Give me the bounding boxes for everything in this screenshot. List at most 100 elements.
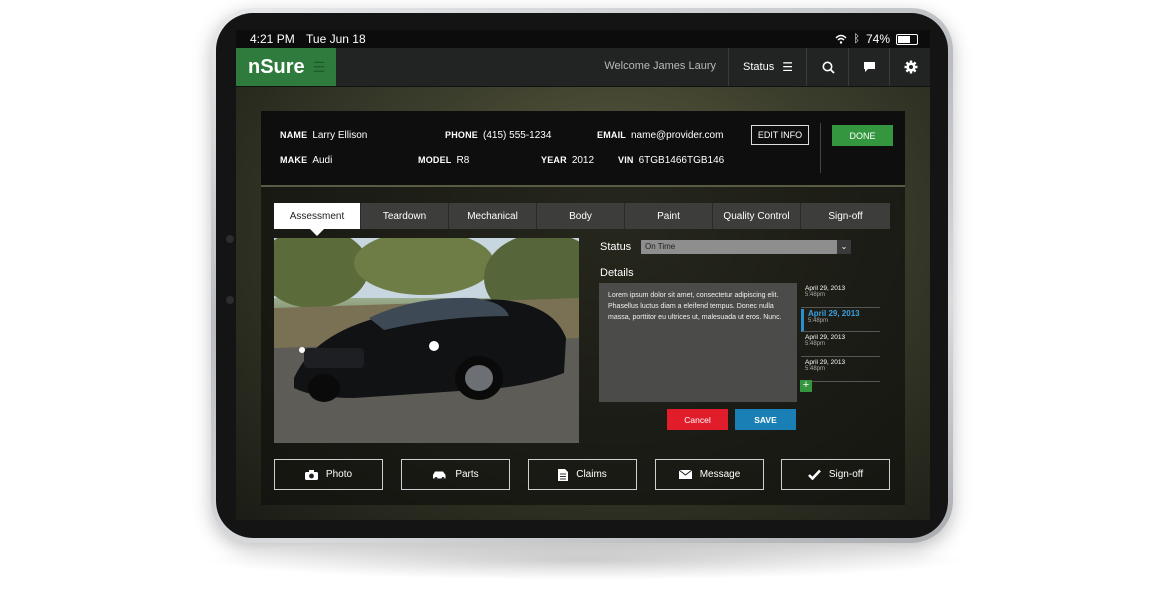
logo-text: nSure bbox=[248, 55, 305, 78]
edit-info-button[interactable]: EDIT INFO bbox=[751, 125, 809, 145]
chat-icon bbox=[864, 62, 875, 72]
phone-label: PHONE bbox=[445, 130, 479, 140]
settings-button[interactable] bbox=[889, 48, 930, 86]
app-screen: 4:21 PM Tue Jun 18 ᛒ 74% nSure ☰ Welcome… bbox=[236, 30, 930, 520]
model-label: MODEL bbox=[418, 155, 452, 165]
done-button[interactable]: DONE bbox=[832, 125, 893, 146]
tab-teardown[interactable]: Teardown bbox=[361, 203, 449, 229]
claims-button[interactable]: Claims bbox=[528, 459, 637, 490]
history-date: April 29, 2013 bbox=[805, 285, 846, 292]
wifi-icon bbox=[835, 34, 847, 44]
year-label: YEAR bbox=[541, 155, 567, 165]
status-bar: 4:21 PM Tue Jun 18 ᛒ 74% bbox=[236, 30, 930, 48]
status-select-value: On Time bbox=[645, 242, 676, 251]
details-label: Details bbox=[600, 267, 634, 279]
status-time: 4:21 PM bbox=[250, 32, 295, 46]
save-button[interactable]: SAVE bbox=[735, 409, 796, 430]
car-icon bbox=[433, 471, 446, 480]
model-value: R8 bbox=[456, 155, 470, 166]
message-button[interactable]: Message bbox=[655, 459, 764, 490]
app-logo[interactable]: nSure ☰ bbox=[236, 48, 336, 86]
tab-body[interactable]: Body bbox=[537, 203, 625, 229]
welcome-text: Welcome James Laury bbox=[604, 60, 716, 72]
model-field: MODEL R8 bbox=[418, 155, 469, 166]
name-value: Larry Ellison bbox=[312, 130, 368, 141]
status-indicators: ᛒ 74% bbox=[835, 32, 918, 46]
tab-sign-off[interactable]: Sign-off bbox=[801, 203, 890, 229]
vin-field: VIN 6TGB1466TGB146 bbox=[618, 155, 724, 166]
battery-icon bbox=[896, 33, 918, 45]
year-value: 2012 bbox=[571, 155, 595, 166]
history-list: April 29, 2013 5:48pm April 29, 2013 5:4… bbox=[801, 283, 880, 382]
gear-icon bbox=[904, 60, 917, 74]
camera-icon bbox=[304, 469, 318, 480]
bluetooth-icon: ᛒ bbox=[853, 33, 860, 45]
status-menu-button[interactable]: Status ☰ bbox=[728, 48, 807, 86]
history-item[interactable]: April 29, 2013 5:48pm bbox=[801, 359, 880, 382]
workflow-tabs: Assessment Teardown Mechanical Body Pain… bbox=[274, 203, 890, 236]
camera-dot bbox=[226, 235, 234, 243]
main-panel: Assessment Teardown Mechanical Body Pain… bbox=[261, 187, 905, 505]
phone-field: PHONE (415) 555-1234 bbox=[445, 130, 551, 141]
name-label: NAME bbox=[280, 130, 308, 140]
history-time: 5:48pm bbox=[805, 366, 826, 372]
message-button-label: Message bbox=[699, 469, 741, 480]
tab-mechanical[interactable]: Mechanical bbox=[449, 203, 537, 229]
history-item[interactable]: April 29, 2013 5:48pm bbox=[801, 334, 880, 357]
sign-off-button[interactable]: Sign-off bbox=[781, 459, 890, 490]
vin-value: 6TGB1466TGB146 bbox=[638, 155, 725, 166]
phone-value: (415) 555-1234 bbox=[483, 130, 552, 141]
status-time-date: 4:21 PM Tue Jun 18 bbox=[250, 32, 366, 46]
device-shadow bbox=[200, 540, 970, 580]
car-photo-image bbox=[274, 238, 579, 443]
battery-percent: 74% bbox=[865, 32, 890, 46]
sign-off-button-label: Sign-off bbox=[828, 469, 864, 480]
email-field: EMAIL name@provider.com bbox=[597, 130, 723, 141]
battery-fill bbox=[898, 35, 910, 43]
parts-button-label: Parts bbox=[455, 469, 479, 480]
history-date: April 29, 2013 bbox=[805, 334, 846, 341]
status-date: Tue Jun 18 bbox=[306, 32, 366, 46]
status-label: Status bbox=[600, 241, 632, 253]
history-item-selected[interactable]: April 29, 2013 5:48pm bbox=[801, 309, 880, 332]
search-icon bbox=[822, 61, 835, 74]
vehicle-photo[interactable] bbox=[274, 238, 579, 443]
app-navbar: nSure ☰ Welcome James Laury Status ☰ bbox=[236, 48, 930, 87]
tab-assessment[interactable]: Assessment bbox=[274, 203, 361, 236]
history-time: 5:48pm bbox=[805, 341, 826, 347]
tab-quality-control[interactable]: Quality Control bbox=[713, 203, 801, 229]
chevron-down-icon[interactable]: ⌄ bbox=[837, 240, 851, 254]
history-time: 5:48pm bbox=[808, 318, 829, 324]
photo-button-label: Photo bbox=[325, 469, 353, 480]
history-date: April 29, 2013 bbox=[805, 359, 846, 366]
photo-button[interactable]: Photo bbox=[274, 459, 383, 490]
cancel-button[interactable]: Cancel bbox=[667, 409, 728, 430]
divider bbox=[820, 123, 821, 173]
chat-button[interactable] bbox=[848, 48, 890, 86]
make-label: MAKE bbox=[280, 155, 308, 165]
hamburger-icon: ☰ bbox=[782, 60, 793, 74]
menu-icon[interactable]: ☰ bbox=[313, 59, 326, 76]
make-field: MAKE Audi bbox=[280, 155, 332, 166]
history-date: April 29, 2013 bbox=[808, 309, 860, 318]
vin-label: VIN bbox=[618, 155, 634, 165]
add-entry-button[interactable]: + bbox=[800, 380, 812, 392]
document-icon bbox=[558, 468, 569, 481]
email-value: name@provider.com bbox=[631, 130, 724, 141]
camera-dot bbox=[226, 296, 234, 304]
name-field: NAME Larry Ellison bbox=[280, 130, 367, 141]
make-value: Audi bbox=[312, 155, 333, 166]
envelope-icon bbox=[678, 470, 692, 479]
customer-info-panel: NAME Larry Ellison PHONE (415) 555-1234 EM… bbox=[261, 111, 905, 187]
checkmark-icon bbox=[807, 469, 821, 480]
tab-paint[interactable]: Paint bbox=[625, 203, 713, 229]
year-field: YEAR 2012 bbox=[541, 155, 594, 166]
search-button[interactable] bbox=[806, 48, 849, 86]
status-menu-label: Status bbox=[743, 61, 775, 73]
parts-button[interactable]: Parts bbox=[401, 459, 510, 490]
details-textarea[interactable]: Lorem ipsum dolor sit amet, consectetur … bbox=[599, 283, 797, 402]
history-time: 5:48pm bbox=[805, 292, 826, 298]
status-select[interactable]: On Time ⌄ bbox=[641, 240, 851, 254]
history-item[interactable]: April 29, 2013 5:48pm bbox=[801, 285, 880, 308]
email-label: EMAIL bbox=[597, 130, 626, 140]
